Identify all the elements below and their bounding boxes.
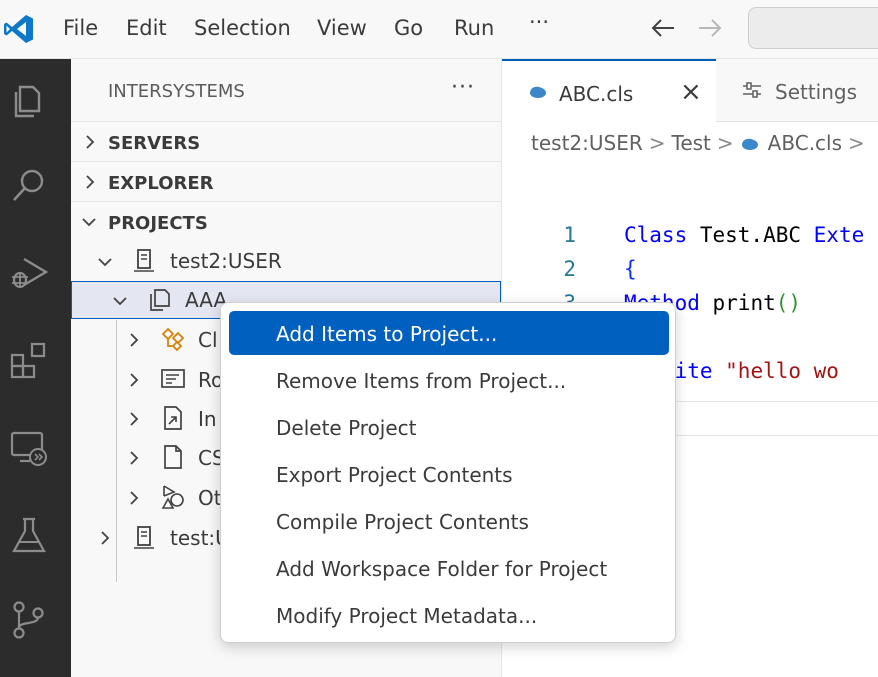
sidebar-title: INTERSYSTEMS — [108, 81, 245, 102]
file-icon — [164, 445, 182, 469]
code-token: Exte — [813, 223, 865, 247]
chevron-down-icon — [98, 258, 112, 267]
context-menu-item-label: Export Project Contents — [276, 463, 513, 487]
context-menu-item-label: Add Items to Project... — [276, 322, 498, 346]
section-label: PROJECTS — [108, 213, 208, 234]
context-menu-item[interactable]: Add Workspace Folder for Project — [229, 546, 669, 590]
routine-doc-icon — [161, 369, 185, 388]
menu-run[interactable]: Run — [454, 16, 494, 40]
section-projects[interactable]: PROJECTS — [71, 201, 501, 241]
breadcrumb-item[interactable]: ABC.cls — [768, 131, 842, 155]
tree-label: In — [198, 407, 217, 431]
panel-divider — [676, 435, 878, 436]
tree-label: Cl — [198, 328, 218, 352]
tree-server-test2-user[interactable]: test2:USER — [71, 242, 501, 280]
explorer-files-icon[interactable] — [8, 79, 50, 121]
chevron-right-icon — [130, 451, 139, 465]
sidebar-more-icon[interactable]: ··· — [451, 75, 475, 100]
chevron-right-icon — [130, 373, 139, 387]
menu-more-icon[interactable]: ··· — [529, 10, 549, 34]
tab-settings[interactable]: Settings — [716, 59, 878, 122]
line-number: 2 — [563, 257, 576, 281]
code-token: Class — [624, 223, 700, 247]
code-token: print — [712, 291, 776, 315]
intersystems-file-icon — [530, 86, 546, 98]
breadcrumb-item[interactable]: Test — [672, 131, 711, 155]
context-menu-item-label: Remove Items from Project... — [276, 369, 567, 393]
server-icon — [134, 526, 154, 549]
tab-close-icon[interactable]: × — [680, 77, 702, 107]
context-menu-item-label: Delete Project — [276, 416, 417, 440]
tab-label: ABC.cls — [559, 82, 634, 106]
back-arrow-icon[interactable] — [650, 16, 676, 40]
context-menu-item[interactable]: Delete Project — [229, 405, 669, 449]
chevron-down-icon — [82, 218, 96, 227]
tab-label: Settings — [775, 80, 858, 104]
testing-flask-icon[interactable] — [8, 514, 50, 556]
forward-arrow-icon[interactable] — [697, 16, 723, 40]
context-menu-item[interactable]: Modify Project Metadata... — [229, 593, 669, 637]
chevron-right-icon: > — [648, 131, 666, 155]
section-explorer[interactable]: EXPLORER — [71, 161, 501, 201]
source-control-icon[interactable] — [8, 599, 50, 641]
project-copy-icon — [150, 289, 170, 311]
chevron-down-icon — [113, 297, 127, 306]
command-center-search[interactable] — [748, 7, 878, 49]
context-menu-item-label: Add Workspace Folder for Project — [276, 557, 608, 581]
code-token: Test.ABC — [699, 223, 814, 247]
shapes-icon — [161, 485, 184, 509]
context-menu-item[interactable]: Export Project Contents — [229, 452, 669, 496]
code-line[interactable]: 1 Class Test.ABC Exte — [502, 223, 878, 257]
menu-go[interactable]: Go — [394, 16, 423, 40]
chevron-right-icon — [130, 333, 139, 347]
code-token: () — [775, 291, 802, 315]
chevron-right-icon: > — [716, 131, 734, 155]
context-menu-item[interactable]: Compile Project Contents — [229, 499, 669, 543]
class-symbol-icon — [161, 327, 185, 352]
code-token: { — [624, 257, 637, 281]
chevron-right-icon — [101, 531, 110, 545]
vscode-logo-icon[interactable] — [2, 12, 36, 46]
code-line[interactable]: 2{ — [502, 257, 878, 291]
extensions-icon[interactable] — [8, 339, 50, 381]
line-number: 1 — [563, 223, 576, 247]
chevron-right-icon — [86, 135, 95, 149]
context-menu-item[interactable]: Remove Items from Project... — [229, 358, 669, 402]
menu-edit[interactable]: Edit — [126, 16, 167, 40]
code-text: { — [624, 257, 637, 281]
activity-bar — [0, 59, 71, 677]
include-file-icon — [164, 406, 182, 430]
tree-label: test2:USER — [170, 249, 282, 273]
menu-file[interactable]: File — [63, 16, 98, 40]
intersystems-file-icon — [741, 138, 758, 150]
settings-sliders-icon — [743, 82, 761, 98]
section-label: EXPLORER — [108, 173, 214, 194]
chevron-right-icon — [86, 175, 95, 189]
chevron-right-icon — [130, 491, 139, 505]
section-label: SERVERS — [108, 133, 201, 154]
chevron-right-icon — [130, 412, 139, 426]
remote-explorer-icon[interactable] — [8, 427, 50, 469]
section-servers[interactable]: SERVERS — [71, 121, 501, 161]
context-menu-item-label: Modify Project Metadata... — [276, 604, 538, 628]
context-menu-item-label: Compile Project Contents — [276, 510, 529, 534]
menu-view[interactable]: View — [317, 16, 367, 40]
context-menu: Add Items to Project... Remove Items from… — [220, 302, 676, 643]
breadcrumb: test2:USER > Test > ABC.cls > — [531, 131, 871, 155]
search-icon[interactable] — [8, 164, 50, 206]
menu-selection[interactable]: Selection — [194, 16, 291, 40]
breadcrumb-item[interactable]: test2:USER — [531, 131, 643, 155]
code-token: "hello wo — [725, 359, 839, 383]
code-text: Class Test.ABC Exte — [624, 223, 864, 247]
tab-abc-cls[interactable]: ABC.cls × — [502, 59, 716, 122]
title-bar: File Edit Selection View Go Run ··· — [0, 0, 878, 59]
context-menu-item[interactable]: Add Items to Project... — [229, 311, 669, 355]
editor-tabs: ABC.cls × Settings — [502, 59, 878, 122]
run-debug-icon[interactable] — [8, 251, 50, 293]
panel-divider — [676, 401, 878, 402]
tree-label: Ot — [198, 486, 222, 510]
chevron-right-icon: > — [848, 131, 865, 155]
server-icon — [134, 249, 154, 272]
